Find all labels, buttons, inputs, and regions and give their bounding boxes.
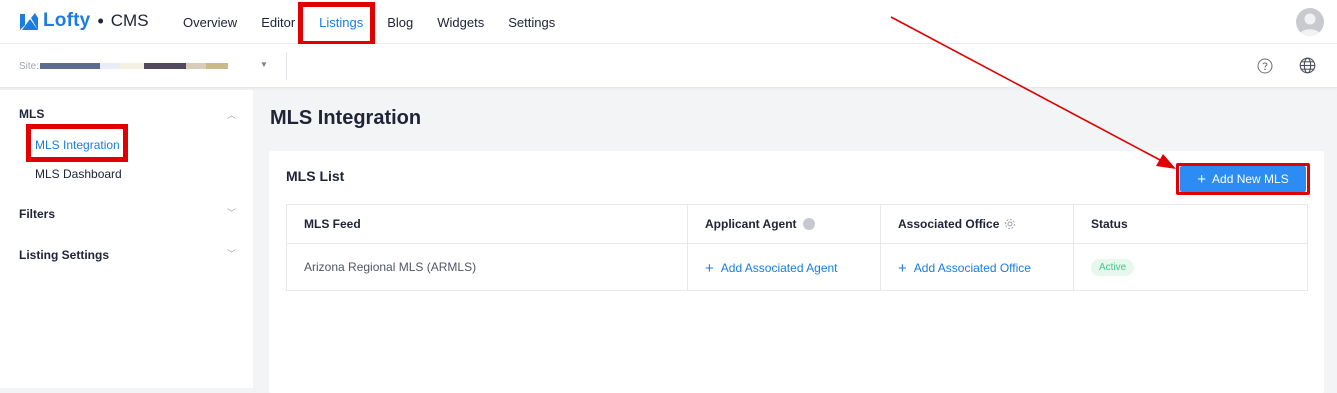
add-associated-agent-label: Add Associated Agent	[720, 260, 838, 275]
column-header-associated-office: Associated Office	[880, 204, 1074, 244]
chevron-down-icon[interactable]: ﹀	[227, 206, 236, 219]
globe-icon[interactable]	[1299, 57, 1316, 74]
column-header-applicant-agent: Applicant Agent	[687, 204, 881, 244]
chevron-down-icon[interactable]: ▼	[260, 60, 268, 69]
lofty-logo-icon	[20, 13, 38, 30]
applicant-agent-cell: + Add Associated Agent	[687, 243, 881, 291]
gear-icon[interactable]	[1004, 218, 1016, 230]
brand-name: Lofty	[43, 10, 91, 31]
mls-table: MLS Feed Applicant Agent Associated Offi…	[286, 204, 1308, 291]
associated-office-cell: + Add Associated Office	[880, 243, 1074, 291]
add-button-highlight-box	[1176, 163, 1310, 195]
status-badge: Active	[1091, 258, 1135, 276]
status-cell: Active	[1074, 244, 1308, 291]
add-associated-office-link[interactable]: + Add Associated Office	[898, 259, 1031, 277]
avatar-icon[interactable]	[1296, 8, 1324, 36]
table-row: Arizona Regional MLS (ARMLS) + Add Associ…	[286, 243, 1308, 291]
add-associated-office-label: Add Associated Office	[913, 260, 1031, 275]
sidebar-group-listing-settings[interactable]: Listing Settings	[19, 248, 109, 262]
page-title: MLS Integration	[270, 107, 422, 129]
top-navigation-bar: Lofty • CMS Overview Editor Listings Blo…	[0, 0, 1337, 44]
mls-feed-cell: Arizona Regional MLS (ARMLS)	[286, 243, 688, 291]
column-header-label: Associated Office	[898, 217, 1000, 231]
nav-overview[interactable]: Overview	[183, 15, 237, 30]
help-icon[interactable]	[1257, 58, 1273, 74]
add-associated-agent-link[interactable]: + Add Associated Agent	[705, 259, 838, 277]
chevron-up-icon[interactable]: ︿	[227, 108, 236, 121]
table-header-row: MLS Feed Applicant Agent Associated Offi…	[286, 204, 1308, 244]
nav-editor[interactable]: Editor	[261, 15, 295, 30]
divider	[286, 52, 287, 80]
sidebar-group-mls[interactable]: MLS	[19, 107, 44, 121]
listings-highlight-box	[298, 2, 375, 46]
sidebar-group-filters[interactable]: Filters	[19, 207, 55, 221]
chevron-down-icon[interactable]: ﹀	[227, 247, 236, 260]
plus-icon: +	[898, 259, 907, 277]
card-title: MLS List	[286, 168, 345, 184]
brand-separator: •	[97, 10, 104, 31]
nav-blog[interactable]: Blog	[387, 15, 413, 30]
nav-settings[interactable]: Settings	[508, 15, 555, 30]
site-label: Site:	[19, 61, 40, 72]
main-nav: Overview Editor Listings Blog Widgets Se…	[183, 0, 579, 44]
brand-logo[interactable]: Lofty • CMS	[18, 10, 149, 32]
column-header-status: Status	[1073, 204, 1308, 244]
column-header-mls-feed: MLS Feed	[286, 204, 688, 244]
column-header-label: Applicant Agent	[705, 217, 797, 231]
plus-icon: +	[705, 259, 714, 277]
sidebar-item-mls-dashboard[interactable]: MLS Dashboard	[35, 167, 122, 181]
site-selector-bar: Site: ▼	[0, 44, 1337, 88]
info-icon[interactable]	[802, 218, 815, 230]
brand-product: CMS	[110, 11, 149, 30]
mls-integration-highlight-box	[26, 124, 128, 162]
nav-widgets[interactable]: Widgets	[437, 15, 484, 30]
site-selector-value-redacted[interactable]	[40, 63, 228, 69]
